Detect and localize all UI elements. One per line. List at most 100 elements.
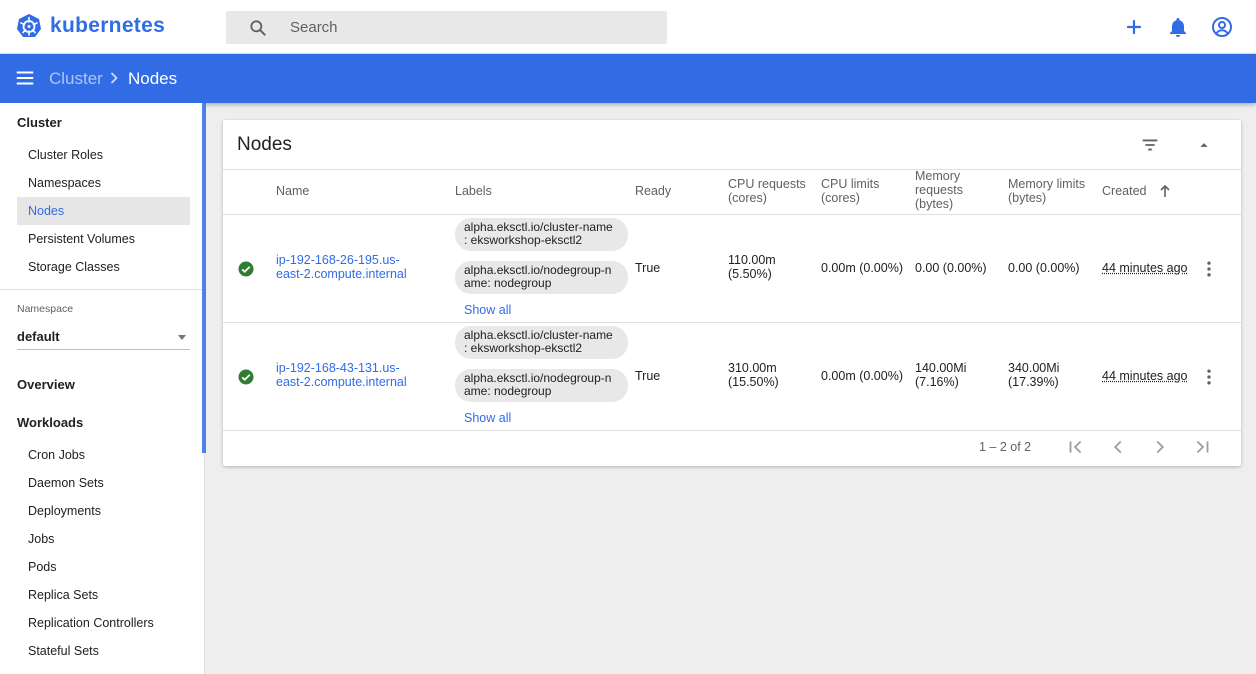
sidebar-item-stateful-sets[interactable]: Stateful Sets [17, 637, 190, 665]
sidebar-heading-workloads[interactable]: Workloads [17, 415, 83, 430]
collapse-icon [1200, 143, 1208, 147]
more-vert-icon [1207, 261, 1211, 277]
memory-limits-line: (17.39%) [1008, 375, 1059, 389]
app-bar: Cluster Nodes [0, 54, 1256, 103]
memory-limits-value: 340.00Mi (17.39%) [1008, 361, 1059, 389]
search-input[interactable] [290, 11, 650, 44]
sidebar-heading-overview[interactable]: Overview [17, 377, 75, 392]
sidebar-heading-cluster[interactable]: Cluster [17, 115, 62, 130]
next-page-button[interactable] [1149, 436, 1171, 463]
cpu-limits-value: 0.00m (0.00%) [821, 369, 903, 383]
node-name-link[interactable]: ip-192-168-26-195.us- east-2.compute.int… [276, 253, 407, 281]
created-value[interactable]: 44 minutes ago [1102, 261, 1187, 275]
memory-requests-line: (7.16%) [915, 375, 959, 389]
ready-status [237, 260, 255, 283]
check-circle-icon [238, 369, 254, 385]
column-header-labels: Labels [455, 184, 492, 198]
row-actions-button[interactable] [1199, 367, 1219, 392]
sidebar-divider [0, 289, 202, 290]
sidebar-item-storage-classes[interactable]: Storage Classes [17, 253, 190, 281]
pagination-range: 1 – 2 of 2 [979, 440, 1032, 454]
first-page-icon [1069, 440, 1082, 454]
column-header-cpu-limits[interactable]: CPU limits (cores) [821, 177, 879, 205]
sidebar: Cluster Cluster Roles Namespaces Nodes P… [0, 103, 205, 674]
search-icon [250, 20, 266, 36]
cpu-limits-value: 0.00m (0.00%) [821, 261, 903, 275]
sidebar-item-namespaces[interactable]: Namespaces [17, 169, 190, 197]
sidebar-item-cluster-roles[interactable]: Cluster Roles [17, 141, 190, 169]
add-icon [1126, 19, 1142, 35]
sort-ascending-indicator[interactable] [1159, 184, 1171, 203]
sidebar-item-jobs[interactable]: Jobs [17, 525, 190, 553]
header-divider [223, 169, 1241, 170]
column-header-text: (bytes) [915, 197, 954, 211]
cpu-requests-line: (15.50%) [728, 375, 779, 389]
namespace-select[interactable]: default [17, 324, 190, 350]
memory-limits-line: 340.00Mi [1008, 361, 1060, 375]
sidebar-item-daemon-sets[interactable]: Daemon Sets [17, 469, 190, 497]
label-chip: alpha.eksctl.io/nodegroup-n ame: nodegro… [455, 369, 628, 402]
ready-status [237, 368, 255, 391]
sidebar-item-cron-jobs[interactable]: Cron Jobs [17, 441, 190, 469]
node-name-line: east-2.compute.internal [276, 375, 407, 389]
sidebar-item-replica-sets[interactable]: Replica Sets [17, 581, 190, 609]
label-chip: alpha.eksctl.io/cluster-name : eksworksh… [455, 218, 628, 251]
kubernetes-logo-icon [17, 14, 41, 37]
sidebar-item-deployments[interactable]: Deployments [17, 497, 190, 525]
column-header-created[interactable]: Created [1102, 184, 1146, 198]
node-name-line: east-2.compute.internal [276, 267, 407, 281]
column-header-text: (cores) [821, 191, 860, 205]
column-header-name[interactable]: Name [276, 184, 309, 198]
column-header-text: Memory [915, 169, 961, 183]
breadcrumb-separator [104, 68, 124, 93]
cpu-requests-line: 310.00m [728, 361, 777, 375]
prev-page-icon [1113, 440, 1122, 454]
row-divider [223, 430, 1241, 431]
last-page-icon [1196, 440, 1209, 454]
sidebar-item-persistent-volumes[interactable]: Persistent Volumes [17, 225, 190, 253]
column-header-text: requests [915, 183, 963, 197]
chevron-right-icon [110, 72, 118, 84]
dropdown-caret-icon [178, 335, 186, 340]
notifications-button[interactable] [1166, 15, 1190, 39]
cpu-requests-line: 110.00m [728, 253, 776, 267]
menu-icon [16, 71, 34, 85]
node-name-link[interactable]: ip-192-168-43-131.us- east-2.compute.int… [276, 361, 407, 389]
column-header-memory-requests[interactable]: Memory requests (bytes) [915, 169, 963, 211]
sidebar-item-pods[interactable]: Pods [17, 553, 190, 581]
memory-requests-line: 140.00Mi [915, 361, 967, 375]
sidebar-item-replication-controllers[interactable]: Replication Controllers [17, 609, 190, 637]
previous-page-button[interactable] [1107, 436, 1129, 463]
row-actions-button[interactable] [1199, 259, 1219, 284]
sidebar-scrollbar[interactable] [202, 103, 206, 453]
add-button[interactable] [1122, 15, 1146, 39]
namespace-value: default [17, 329, 60, 344]
column-header-memory-limits[interactable]: Memory limits (bytes) [1008, 177, 1085, 205]
cpu-requests-line: (5.50%) [728, 267, 772, 281]
column-header-text: (bytes) [1008, 191, 1047, 205]
sidebar-item-nodes[interactable]: Nodes [17, 197, 190, 225]
menu-button[interactable] [14, 67, 36, 94]
memory-requests-value: 140.00Mi (7.16%) [915, 361, 966, 389]
first-page-button[interactable] [1065, 436, 1087, 463]
account-icon [1212, 17, 1232, 37]
filter-button[interactable] [1139, 134, 1161, 161]
show-all-labels-link[interactable]: Show all [464, 411, 511, 425]
breadcrumb-cluster[interactable]: Cluster [49, 69, 103, 89]
memory-requests-value: 0.00 (0.00%) [915, 261, 987, 275]
cpu-requests-value: 310.00m (15.50%) [728, 361, 779, 389]
show-all-labels-link[interactable]: Show all [464, 303, 511, 317]
last-page-button[interactable] [1191, 436, 1213, 463]
label-chip: alpha.eksctl.io/nodegroup-n ame: nodegro… [455, 261, 628, 294]
search-bar[interactable] [226, 11, 667, 44]
logo-text: kubernetes [50, 14, 166, 37]
account-button[interactable] [1210, 15, 1234, 39]
node-name-line: ip-192-168-43-131.us- [276, 361, 400, 375]
ready-value: True [635, 261, 661, 275]
collapse-button[interactable] [1193, 134, 1215, 161]
row-divider [223, 322, 1241, 323]
created-value[interactable]: 44 minutes ago [1102, 369, 1187, 383]
column-header-cpu-requests[interactable]: CPU requests (cores) [728, 177, 806, 205]
label-chip-line: ame: nodegroup [464, 384, 552, 398]
logo[interactable]: kubernetes [16, 13, 165, 39]
